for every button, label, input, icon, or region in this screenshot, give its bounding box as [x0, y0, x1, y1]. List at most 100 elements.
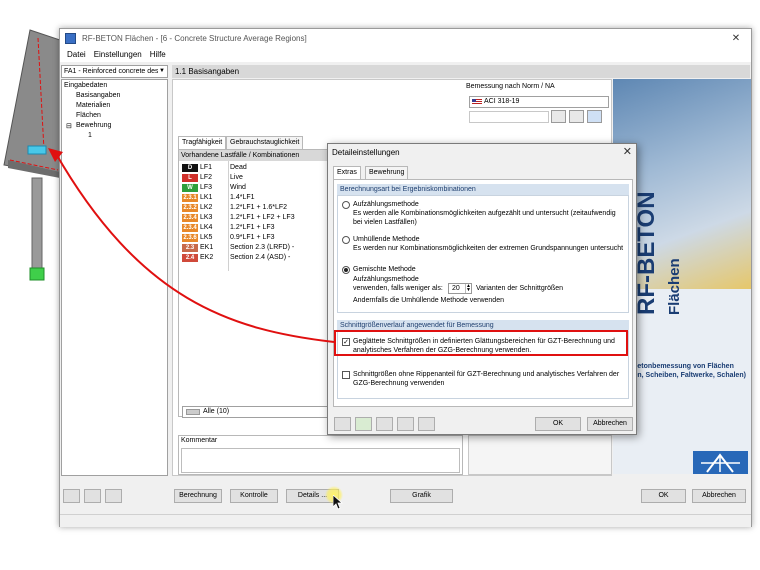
opt2-title: Umhüllende Methode: [353, 236, 420, 243]
case-select[interactable]: FA1 - Reinforced concrete desi ▼: [61, 65, 168, 78]
close-icon[interactable]: ✕: [623, 145, 632, 158]
load-case-description: 1.4*LF1: [230, 194, 255, 201]
radio-gemischte-methode[interactable]: [342, 266, 350, 274]
load-case-row[interactable]: 2.3 EK1 Section 2.3 (LRFD) -: [182, 243, 294, 253]
load-case-code: LF3: [200, 184, 213, 191]
load-case-code: LK2: [200, 204, 213, 211]
opt3-title: Gemischte Methode: [353, 266, 416, 273]
tree-item-bewehrung[interactable]: Bewehrung: [76, 122, 111, 129]
reset-icon[interactable]: [376, 417, 393, 431]
load-case-code: EK2: [200, 254, 214, 261]
opt3-prefix: verwenden, falls weniger als:: [353, 285, 443, 292]
load-case-description: 1.2*LF1 + 1.6*LF2: [230, 204, 288, 211]
norm-table-icon[interactable]: [569, 110, 584, 123]
load-case-description: Live: [230, 174, 243, 181]
navigator-tree: Eingabedaten Basisangaben Materialien Fl…: [61, 79, 168, 476]
radio-aufzaehlungsmethode[interactable]: [342, 201, 350, 209]
window-title: RF-BETON Flächen - [6 - Concrete Structu…: [82, 34, 307, 43]
column-divider: [228, 161, 229, 271]
berechnung-button[interactable]: Berechnung: [174, 489, 222, 503]
load-case-code: LF1: [200, 164, 213, 171]
load-case-badge: L: [182, 174, 198, 182]
tree-item-materialien[interactable]: Materialien: [76, 102, 110, 109]
load-case-row[interactable]: 2.4 EK2 Section 2.4 (ASD) -: [182, 253, 290, 263]
tree-root[interactable]: Eingabedaten: [64, 82, 107, 89]
load-case-description: Wind: [230, 184, 246, 191]
filter-icon[interactable]: [587, 110, 602, 123]
load-case-list: Vorhandene Lastfälle / Kombinationen D LF…: [178, 149, 328, 417]
abbrechen-button[interactable]: Abbrechen: [692, 489, 746, 503]
brand-subtitle: Flächen: [666, 258, 683, 315]
load-case-row[interactable]: 2.3.2 LK2 1.2*LF1 + 1.6*LF2: [182, 203, 287, 213]
load-case-row[interactable]: 2.3.6 LK5 0.9*LF1 + LF3: [182, 233, 275, 243]
chk2-label: Schnittgrößen ohne Rippenanteil für GZT-…: [353, 371, 620, 387]
help-icon[interactable]: [334, 417, 351, 431]
group-combination-method-header: Berechnungsart bei Ergebniskombinationen: [337, 184, 629, 195]
help-icon[interactable]: [63, 489, 80, 503]
status-bar: [60, 514, 751, 527]
chevron-down-icon: ▼: [158, 66, 166, 77]
edit-norm-icon[interactable]: [551, 110, 566, 123]
annex-select[interactable]: [469, 111, 549, 123]
load-case-description: 1.2*LF1 + LF2 + LF3: [230, 214, 295, 221]
menu-einstellungen[interactable]: Einstellungen: [90, 48, 146, 62]
load-case-badge: 2.3.4: [182, 214, 198, 222]
variants-stepper[interactable]: 20 ▲ ▼: [448, 283, 472, 294]
load-case-row[interactable]: 2.3.4 LK3 1.2*LF1 + LF2 + LF3: [182, 213, 295, 223]
load-case-row[interactable]: 2.3.1 LK1 1.4*LF1: [182, 193, 255, 203]
tab-gebrauchstauglichkeit[interactable]: Gebrauchstauglichkeit: [226, 136, 304, 149]
save-defaults-icon[interactable]: [397, 417, 414, 431]
radio-umhuellende-methode[interactable]: [342, 236, 350, 244]
norm-value: ACI 318-19: [484, 98, 520, 105]
load-case-filter-select[interactable]: Alle (10): [182, 406, 329, 418]
load-case-badge: W: [182, 184, 198, 192]
comment-input[interactable]: [181, 448, 460, 473]
menu-datei[interactable]: Datei: [63, 48, 90, 62]
us-flag-icon: [472, 99, 482, 105]
info-panel: [468, 435, 612, 475]
dialog-content: Berechnungsart bei Ergebniskombinationen…: [333, 179, 633, 407]
load-case-badge: 2.3.2: [182, 204, 198, 212]
load-case-code: EK1: [200, 244, 214, 251]
tree-expand-icon[interactable]: ⊟: [66, 122, 72, 130]
dialog-ok-button[interactable]: OK: [535, 417, 581, 431]
tree-item-basisangaben[interactable]: Basisangaben: [76, 92, 120, 99]
load-case-row[interactable]: D LF1 Dead: [182, 163, 247, 173]
tab-bewehrung[interactable]: Bewehrung: [365, 166, 409, 179]
load-case-badge: 2.4: [182, 254, 198, 262]
details-dialog: Detaileinstellungen ✕ Extras Bewehrung B…: [327, 143, 637, 435]
menu-hilfe[interactable]: Hilfe: [146, 48, 170, 62]
close-icon[interactable]: ✕: [723, 31, 749, 46]
tree-item-flaechen[interactable]: Flächen: [76, 112, 101, 119]
load-case-badge: 2.3.6: [182, 234, 198, 242]
load-case-description: 1.2*LF1 + LF3: [230, 224, 275, 231]
load-case-description: Section 2.3 (LRFD) -: [230, 244, 295, 251]
mouse-cursor-icon: [333, 495, 344, 510]
tab-extras[interactable]: Extras: [333, 166, 361, 179]
checkbox-no-rib-component[interactable]: [342, 371, 350, 379]
opt1-description: Es werden alle Kombinationsmöglichkeiten…: [353, 210, 616, 226]
load-case-row[interactable]: 2.3.4 LK4 1.2*LF1 + LF3: [182, 223, 275, 233]
menu-bar: Datei Einstellungen Hilfe: [60, 48, 751, 62]
load-case-code: LK5: [200, 234, 213, 241]
load-case-row[interactable]: L LF2 Live: [182, 173, 243, 183]
tab-tragfaehigkeit[interactable]: Tragfähigkeit: [178, 136, 227, 149]
units-icon[interactable]: [355, 417, 372, 431]
kontrolle-button[interactable]: Kontrolle: [230, 489, 278, 503]
grafik-button[interactable]: Grafik: [390, 489, 453, 503]
load-case-badge: 2.3.1: [182, 194, 198, 202]
ok-button[interactable]: OK: [641, 489, 686, 503]
stepper-arrows-icon[interactable]: ▲ ▼: [465, 284, 471, 293]
tree-item-bewehrung-1[interactable]: 1: [88, 132, 92, 139]
load-case-badge: 2.3: [182, 244, 198, 252]
export-icon[interactable]: [105, 489, 122, 503]
import-icon[interactable]: [84, 489, 101, 503]
norm-select[interactable]: ACI 318-19: [469, 96, 609, 108]
section-title: 1.1 Basisangaben: [172, 65, 750, 78]
dialog-title: Detaileinstellungen: [332, 148, 400, 157]
load-defaults-icon[interactable]: [418, 417, 435, 431]
load-case-row[interactable]: W LF3 Wind: [182, 183, 246, 193]
variants-value: 20: [452, 285, 460, 292]
comment-group: Kommentar: [178, 435, 463, 475]
dialog-abbrechen-button[interactable]: Abbrechen: [587, 417, 633, 431]
